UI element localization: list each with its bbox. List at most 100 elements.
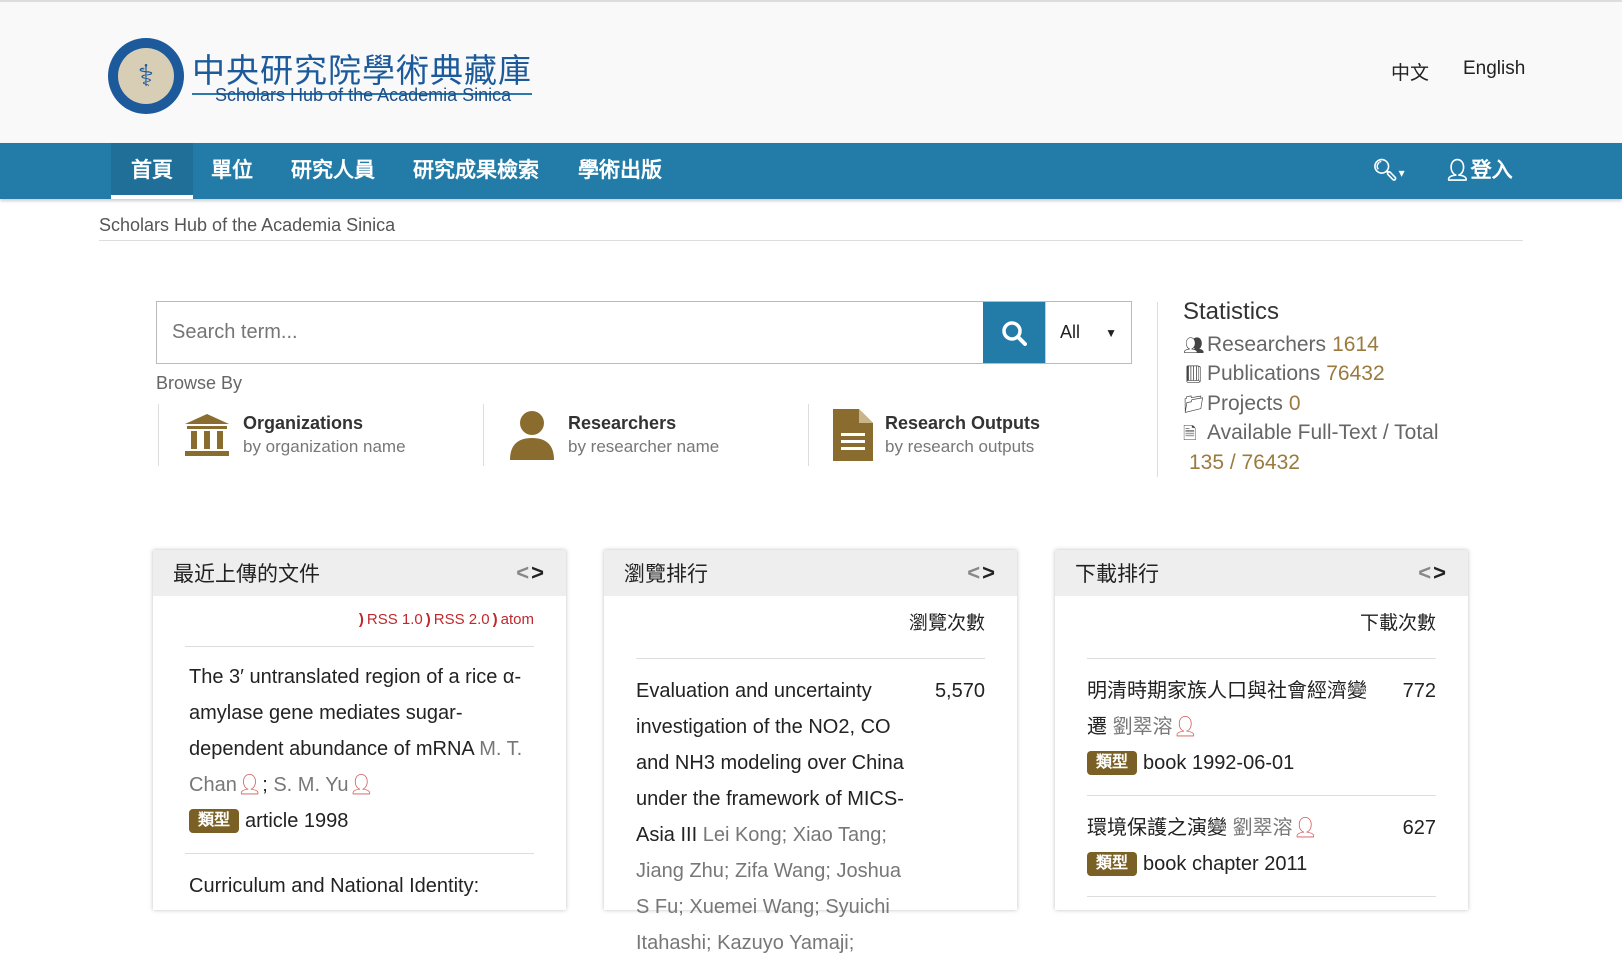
browse-subtitle: by researcher name — [568, 437, 720, 456]
panel-title: 下載排行 — [1075, 563, 1159, 586]
list-item: 環境保護之演變 劉翠溶👤︎ 類型 book chapter 2011 627 — [1087, 796, 1436, 896]
user-icon: 👤︎ — [1444, 159, 1471, 182]
person-icon[interactable]: 👤︎ — [237, 774, 262, 796]
author-link[interactable]: S. M. Yu — [273, 774, 348, 796]
main-nav: 首頁 單位 研究人員 研究成果檢索 學術出版 🔍︎▾ 👤︎登入 — [0, 143, 1622, 199]
nav-researchers[interactable]: 研究人員 — [271, 143, 395, 199]
most-viewed-panel: 瀏覽排行 <> 瀏覽次數 Evaluation and uncertainty i… — [604, 550, 1017, 954]
user-icon — [510, 411, 554, 460]
academia-sinica-seal-logo[interactable]: ⚕ — [108, 38, 184, 114]
chevron-left-icon[interactable]: < — [516, 560, 531, 585]
search-bar: All ▼ — [156, 301, 1132, 364]
nav-research-search[interactable]: 研究成果檢索 — [393, 143, 559, 199]
rss-icon: ) — [492, 611, 498, 628]
browse-title: Research Outputs — [885, 413, 1041, 433]
recent-uploads-panel: 最近上傳的文件 <> ) RSS 1.0) RSS 2.0) atom The 3′ u… — [153, 550, 566, 910]
item-meta: book 1992-06-01 — [1143, 752, 1295, 774]
stat-researchers[interactable]: 👥︎ Researchers 1614 — [1183, 331, 1439, 361]
browse-researchers[interactable]: Researchers by researcher name — [483, 404, 808, 466]
rss-icon: ) — [425, 611, 431, 628]
item-meta: article 1998 — [245, 810, 349, 832]
users-icon: 👥︎ — [1183, 335, 1205, 355]
column-header: 瀏覽次數 — [908, 613, 985, 634]
chevron-left-icon[interactable]: < — [1418, 560, 1433, 585]
item-title-link[interactable]: Evaluation and uncertainty investigation… — [636, 680, 904, 846]
stat-value: 0 — [1288, 391, 1301, 415]
type-badge: 類型 — [1087, 751, 1138, 775]
rss2-link[interactable]: RSS 2.0 — [434, 611, 490, 628]
folder-icon: 📁︎ — [1183, 394, 1205, 414]
search-input[interactable] — [157, 302, 983, 363]
download-count: 772 — [1402, 680, 1436, 702]
person-icon[interactable]: 👤︎ — [1173, 716, 1198, 738]
browse-title: Organizations — [243, 413, 364, 433]
scope-value: All — [1060, 322, 1081, 342]
document-icon — [833, 409, 873, 461]
lang-en-link[interactable]: English — [1463, 58, 1525, 80]
stat-projects[interactable]: 📁︎ Projects 0 — [1183, 390, 1439, 420]
statistics-panel: Statistics 👥︎ Researchers 1614 📕︎ Publicati… — [1183, 298, 1439, 477]
item-title-link[interactable]: Curriculum and National Identity: — [189, 875, 479, 897]
list-item: Evaluation and uncertainty investigation… — [636, 659, 985, 975]
nav-units[interactable]: 單位 — [191, 143, 273, 199]
type-badge: 類型 — [189, 809, 240, 833]
list-item: The 3′ untranslated region of a rice α-a… — [189, 666, 523, 833]
nav-home[interactable]: 首頁 — [111, 143, 193, 199]
browse-subtitle: by research outputs — [885, 437, 1035, 456]
stat-label: Available Full-Text / Total — [1207, 421, 1439, 444]
stat-fulltext: 🗎 Available Full-Text / Total — [1183, 419, 1439, 449]
chevron-left-icon[interactable]: < — [967, 560, 982, 585]
divider — [1157, 302, 1158, 477]
browse-organizations[interactable]: Organizations by organization name — [158, 404, 483, 466]
divider — [99, 240, 1523, 241]
browse-by-label: Browse By — [156, 373, 243, 393]
rss1-link[interactable]: RSS 1.0 — [367, 611, 423, 628]
caret-down-icon: ▾ — [1398, 166, 1405, 180]
breadcrumb[interactable]: Scholars Hub of the Academia Sinica — [99, 215, 395, 236]
column-header: 下載次數 — [1359, 613, 1436, 634]
logo-title-en[interactable]: Scholars Hub of the Academia Sinica — [215, 85, 511, 106]
list-item: Curriculum and National Identity: — [185, 854, 534, 918]
panel-title: 瀏覽排行 — [624, 563, 708, 586]
item-title-link[interactable]: The 3′ untranslated region of a rice α-a… — [189, 666, 521, 760]
institution-icon — [185, 414, 229, 456]
stat-label: Researchers — [1207, 332, 1327, 356]
download-count: 627 — [1402, 817, 1436, 839]
search-scope-select[interactable]: All ▼ — [1045, 302, 1131, 363]
browse-research-outputs[interactable]: Research Outputs by research outputs — [808, 404, 1133, 466]
list-item: 明清時期家族人口與社會經濟變遷 劉翠溶👤︎ 類型 book 1992-06-01 7… — [1087, 659, 1436, 795]
stat-value: 1614 — [1332, 332, 1379, 356]
search-icon: 🔍︎ — [1372, 159, 1399, 182]
item-title-link[interactable]: 環境保護之演變 — [1087, 817, 1227, 839]
search-icon — [1002, 320, 1027, 346]
file-text-icon: 🗎 — [1183, 424, 1197, 443]
chevron-right-icon[interactable]: > — [982, 560, 997, 585]
nav-publishing[interactable]: 學術出版 — [558, 143, 682, 199]
browse-subtitle: by organization name — [243, 437, 406, 456]
item-meta: book chapter 2011 — [1143, 853, 1308, 875]
stat-value: 76432 — [1326, 362, 1385, 385]
caret-down-icon: ▼ — [1105, 325, 1117, 340]
lang-zh-link[interactable]: 中文 — [1391, 58, 1429, 85]
type-badge: 類型 — [1087, 852, 1138, 876]
view-count: 5,570 — [934, 680, 985, 702]
most-downloaded-panel: 下載排行 <> 下載次數 明清時期家族人口與社會經濟變遷 劉翠溶👤︎ 類型 book … — [1055, 550, 1468, 910]
rss-icon: ) — [358, 611, 364, 628]
stat-label: Projects — [1207, 391, 1283, 415]
stat-publications[interactable]: 📕︎ Publications 76432 — [1183, 360, 1439, 390]
statistics-title: Statistics — [1183, 298, 1280, 325]
author-link[interactable]: 劉翠溶 — [1233, 817, 1293, 839]
author-link[interactable]: 劉翠溶 — [1113, 716, 1173, 738]
stat-label: Publications — [1207, 362, 1321, 385]
stat-value: 135 / 76432 — [1189, 450, 1300, 474]
person-icon[interactable]: 👤︎ — [349, 774, 374, 796]
login-label: 登入 — [1470, 159, 1513, 182]
chevron-right-icon[interactable]: > — [1433, 560, 1448, 585]
search-dropdown-button[interactable]: 🔍︎▾ — [1352, 143, 1425, 199]
login-button[interactable]: 👤︎登入 — [1424, 143, 1533, 199]
chevron-right-icon[interactable]: > — [531, 560, 546, 585]
book-icon: 📕︎ — [1183, 365, 1205, 384]
search-button[interactable] — [983, 302, 1045, 363]
atom-link[interactable]: atom — [501, 611, 534, 628]
person-icon[interactable]: 👤︎ — [1293, 817, 1318, 839]
